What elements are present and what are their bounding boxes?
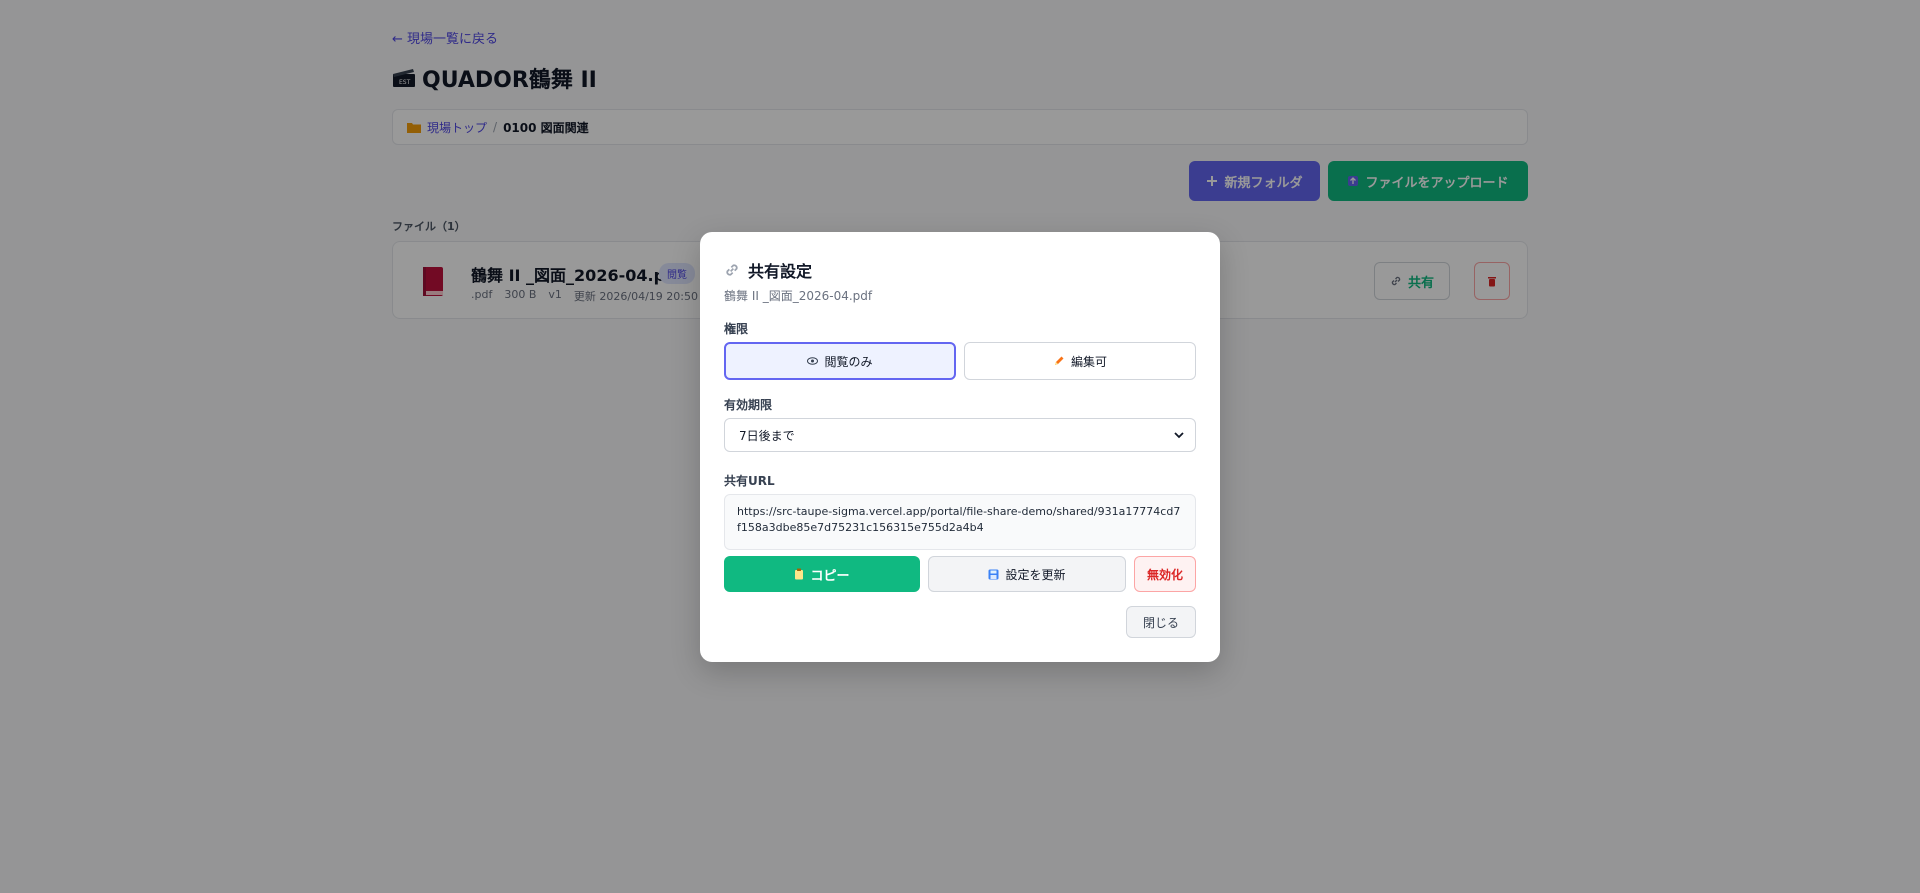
share-settings-modal: 共有設定 鶴舞 II _図面_2026-04.pdf 権限 閲覧のみ 編集可 有… bbox=[700, 232, 1220, 662]
chevron-down-icon bbox=[1174, 432, 1184, 439]
copy-button-label: コピー bbox=[810, 568, 850, 584]
expiry-select-value: 7日後まで bbox=[739, 428, 795, 443]
link-icon bbox=[726, 264, 738, 276]
copy-button[interactable]: コピー bbox=[724, 556, 920, 592]
eye-icon bbox=[807, 357, 819, 365]
expiry-label: 有効期限 bbox=[724, 398, 773, 412]
modal-file-name: 鶴舞 II _図面_2026-04.pdf bbox=[724, 289, 873, 303]
clipboard-icon bbox=[795, 568, 804, 580]
close-button[interactable]: 閉じる bbox=[1126, 606, 1196, 638]
update-settings-button[interactable]: 設定を更新 bbox=[928, 556, 1126, 592]
perm-view-only-button[interactable]: 閲覧のみ bbox=[724, 342, 956, 380]
update-settings-label: 設定を更新 bbox=[1005, 567, 1066, 582]
pencil-icon bbox=[1054, 356, 1064, 365]
permission-label: 権限 bbox=[724, 322, 749, 336]
modal-title: 共有設定 bbox=[724, 258, 812, 282]
perm-editable-label: 編集可 bbox=[1070, 354, 1107, 369]
share-url-label: 共有URL bbox=[724, 474, 775, 488]
perm-editable-button[interactable]: 編集可 bbox=[964, 342, 1196, 380]
share-url-field[interactable]: https://src-taupe-sigma.vercel.app/porta… bbox=[724, 494, 1196, 550]
perm-view-only-label: 閲覧のみ bbox=[824, 354, 873, 369]
disable-share-button[interactable]: 無効化 bbox=[1134, 556, 1196, 592]
modal-title-text: 共有設定 bbox=[748, 262, 813, 281]
expiry-select[interactable]: 7日後まで bbox=[724, 418, 1196, 452]
save-icon bbox=[988, 569, 999, 579]
